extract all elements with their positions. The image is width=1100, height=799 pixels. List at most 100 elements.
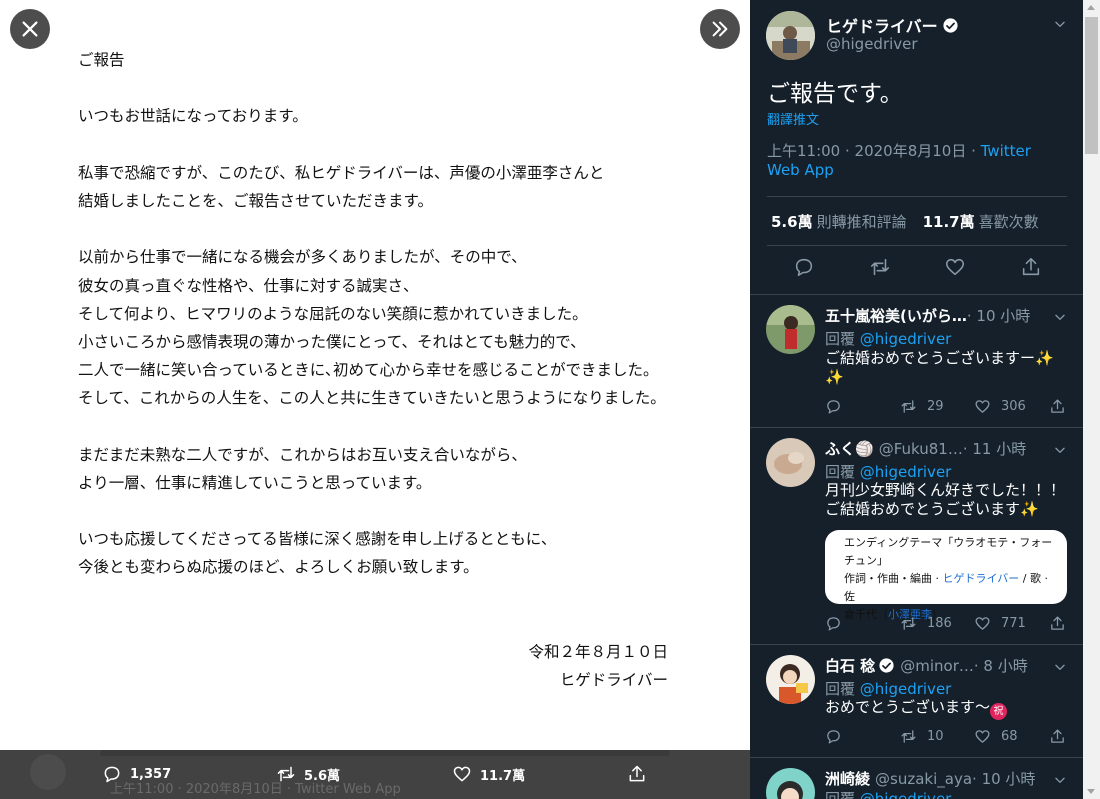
reply-text-line: ご結婚おめでとうございます <box>825 500 1021 518</box>
reply-like-button[interactable]: 771 <box>974 615 1026 632</box>
scrollbar-thumb[interactable] <box>1085 17 1098 154</box>
tweet-sidebar: ヒゲドライバー @higedriver ご報告です。 翻譯推文 上午11:00 … <box>750 0 1083 799</box>
reply-share-button[interactable] <box>1049 615 1076 632</box>
reply-menu-button[interactable] <box>1053 659 1067 673</box>
reply-avatar[interactable] <box>766 768 815 799</box>
reply-time[interactable]: · 10 小時 <box>967 305 1030 326</box>
replying-to: 回覆 @higedriver <box>825 678 951 699</box>
reply-author-handle[interactable]: @suzaki_aya <box>875 770 972 788</box>
share-button[interactable] <box>627 764 647 788</box>
author-handle[interactable]: @higedriver <box>826 35 918 53</box>
reply-time[interactable]: · 10 小時 <box>972 768 1035 789</box>
reply-menu-button[interactable] <box>1053 309 1067 323</box>
share-button[interactable] <box>1020 256 1042 278</box>
double-chevron-right-icon <box>712 21 728 37</box>
reply-author-name[interactable]: ふく🏐 <box>825 438 874 459</box>
like-button[interactable] <box>944 256 966 278</box>
reply-author-name[interactable]: 洲崎綾 <box>825 768 870 789</box>
reply-reply-button[interactable] <box>825 615 852 632</box>
reply-action[interactable]: 1,357 <box>102 764 171 784</box>
retweet-button[interactable] <box>869 256 891 278</box>
tweet-menu-button[interactable] <box>1053 16 1067 30</box>
share-icon <box>1051 399 1064 413</box>
translate-tweet-link[interactable]: 翻譯推文 <box>767 109 819 128</box>
reply-tweet[interactable]: 洲崎綾 @suzaki_aya · 10 小時 回覆 @higedriver <box>750 758 1083 799</box>
reply-actions: 29 306 <box>825 398 1070 418</box>
likes-stat[interactable]: 11.7萬 喜歡次數 <box>923 211 1039 232</box>
like-action[interactable]: 11.7萬 <box>452 764 525 784</box>
divider <box>767 196 1067 197</box>
chevron-down-icon <box>1055 777 1065 783</box>
replying-to-link[interactable]: @higedriver <box>860 790 952 799</box>
reply-time[interactable]: · 8 小時 <box>974 655 1028 676</box>
replying-to-link[interactable]: @higedriver <box>860 463 952 481</box>
retweet-icon <box>870 258 890 276</box>
background-shadow <box>100 750 670 756</box>
reply-author-handle[interactable]: @minor… <box>900 657 974 675</box>
replying-to-link[interactable]: @higedriver <box>860 680 952 698</box>
reply-reply-button[interactable] <box>825 398 852 415</box>
heart-icon <box>945 258 965 276</box>
reply-author-name[interactable]: 五十嵐裕美(いがら… <box>825 305 967 326</box>
reply-header: ふく🏐 @Fuku81… · 11 小時 <box>825 438 1055 459</box>
reply-text: ご結婚おめでとうございますー✨ ✨ <box>825 349 1065 387</box>
retweet-action[interactable]: 5.6萬 <box>276 764 340 784</box>
toggle-sidebar-button[interactable] <box>700 9 740 49</box>
reply-text-content: おめでとうございます〜 <box>825 698 991 716</box>
reply-tweet[interactable]: 白石 稔 @minor… · 8 小時 回覆 @higedriver おめでとう… <box>750 645 1083 757</box>
chevron-down-icon <box>1055 447 1065 453</box>
reply-like-count: 306 <box>1001 399 1026 414</box>
tweet-timestamp[interactable]: 上午11:00 · 2020年8月10日 · <box>767 142 981 160</box>
reply-like-button[interactable]: 68 <box>974 728 1018 745</box>
reply-share-button[interactable] <box>1049 728 1076 745</box>
reply-retweet-button[interactable]: 10 <box>900 728 944 745</box>
reply-avatar[interactable] <box>766 438 815 487</box>
retweets-stat[interactable]: 5.6萬 則轉推和評論 <box>771 211 907 232</box>
sparkles-icon: ✨ <box>1020 500 1039 518</box>
document-line: 小さいころから感情表現の薄かった僕にとって、それはとても魅力的で、 <box>78 332 586 351</box>
reply-share-button[interactable] <box>1049 398 1076 415</box>
reply-author-handle[interactable]: @Fuku81… <box>879 440 963 458</box>
share-icon <box>629 765 645 782</box>
close-button[interactable] <box>10 9 50 49</box>
retweet-icon <box>901 400 916 413</box>
reply-retweet-button[interactable]: 29 <box>900 398 944 415</box>
page-scrollbar[interactable] <box>1083 0 1100 799</box>
reply-menu-button[interactable] <box>1053 442 1067 456</box>
reply-author-name[interactable]: 白石 稔 <box>825 655 875 676</box>
reply-tweet[interactable]: ふく🏐 @Fuku81… · 11 小時 回覆 @higedriver 月刊少女… <box>750 428 1083 644</box>
reply-menu-button[interactable] <box>1053 772 1067 786</box>
replying-to-prefix: 回覆 <box>825 790 860 799</box>
reply-avatar[interactable] <box>766 305 815 354</box>
scroll-up-arrow-icon[interactable] <box>1087 5 1095 10</box>
likes-stat-count: 11.7萬 <box>922 213 975 231</box>
chevron-down-icon <box>1055 664 1065 670</box>
reply-avatar[interactable] <box>766 655 815 704</box>
reply-like-button[interactable]: 306 <box>974 398 1026 415</box>
author-avatar[interactable] <box>766 11 815 60</box>
document-line: より一層、仕事に精進していこうと思っています。 <box>78 473 432 492</box>
replying-to-link[interactable]: @higedriver <box>860 330 952 348</box>
document-line: まだまだ未熟な二人ですが、これからはお互い支え合いながら、 <box>78 445 527 464</box>
verified-badge-icon <box>943 17 958 33</box>
reply-icon <box>795 258 813 277</box>
reply-retweet-button[interactable]: 186 <box>900 615 952 632</box>
share-icon <box>1022 257 1040 276</box>
heart-icon <box>453 766 471 782</box>
reply-reply-button[interactable] <box>825 728 852 745</box>
author-name[interactable]: ヒゲドライバー <box>826 13 959 37</box>
sparkles-icon: ✨ <box>1035 349 1054 367</box>
document-line: そして、これからの人生を、この人と共に生きていきたいと思うようになりました。 <box>78 389 666 408</box>
author-name-text: ヒゲドライバー <box>826 17 938 36</box>
announcement-document: ご報告 いつもお世話になっております。 私事で恐縮ですが、このたび、私ヒゲドライバー… <box>78 46 678 694</box>
reply-image-card[interactable]: エンディングテーマ「ウラオモテ・フォー チュン」 作詞・作曲・編曲 · ヒゲドラ… <box>825 530 1067 621</box>
scroll-down-arrow-icon[interactable] <box>1087 789 1095 794</box>
tweet-meta: 上午11:00 · 2020年8月10日 · Twitter Web App <box>767 142 1067 180</box>
reply-button[interactable] <box>793 256 815 278</box>
likes-stat-label: 喜歡次數 <box>978 213 1039 231</box>
reply-time[interactable]: · 11 小時 <box>963 438 1026 459</box>
share-icon <box>1051 616 1064 630</box>
heart-icon <box>975 730 990 743</box>
reply-tweet[interactable]: 五十嵐裕美(いがら… · 10 小時 回覆 @higedriver ご結婚おめで… <box>750 295 1083 427</box>
